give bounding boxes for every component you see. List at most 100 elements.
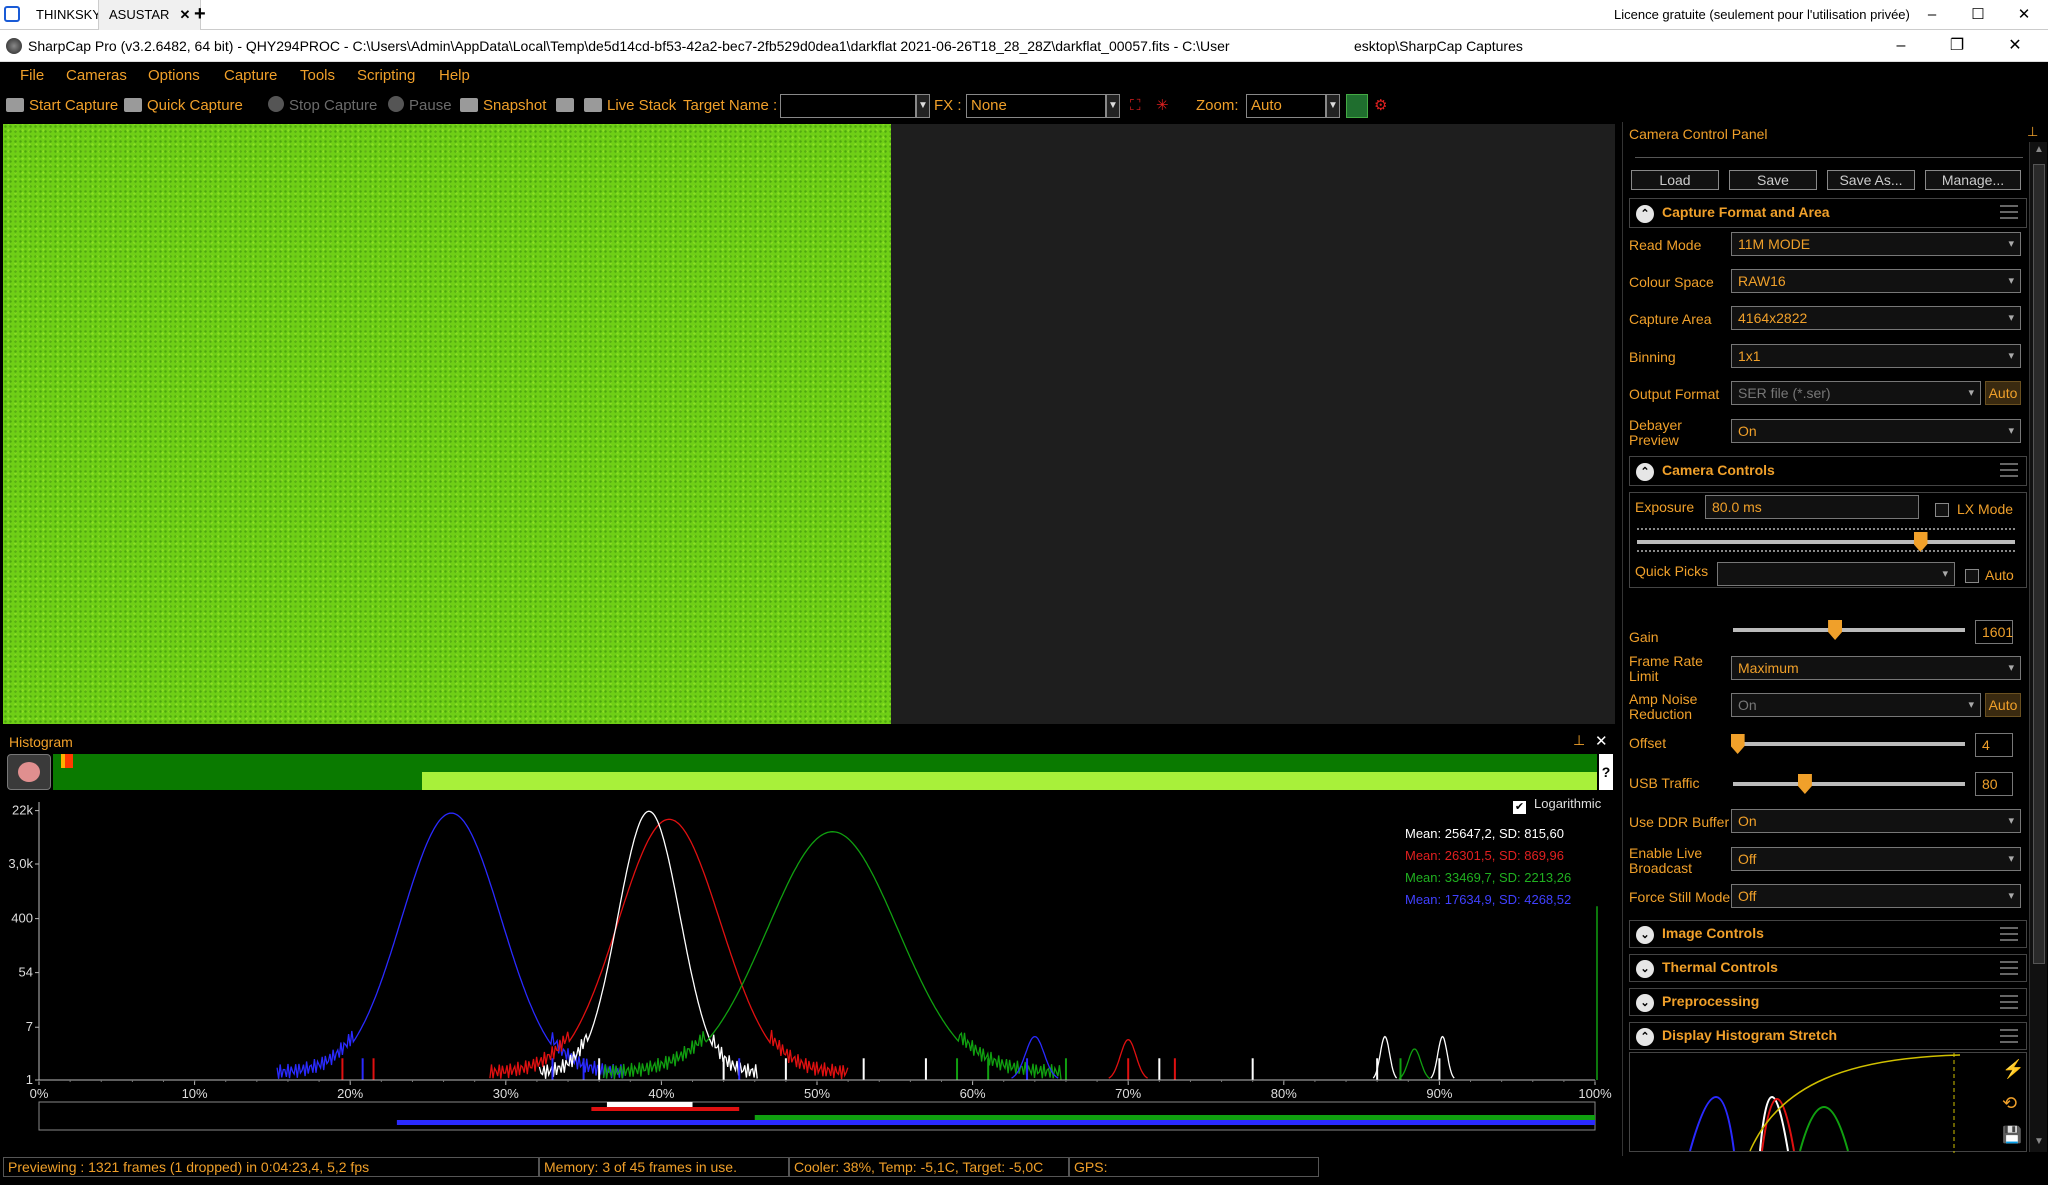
profile-select[interactable] xyxy=(1635,146,2023,158)
enable-live-broadcast-select[interactable]: Off ▾ xyxy=(1731,847,2021,871)
zoom-select[interactable]: Auto xyxy=(1246,94,1326,118)
offset-slider-thumb[interactable] xyxy=(1730,734,1745,754)
panel-pin-icon[interactable]: ⊥ xyxy=(2027,124,2038,140)
load-button[interactable]: Load xyxy=(1631,170,1719,190)
fx-dropdown-icon[interactable]: ▼ xyxy=(1106,94,1120,118)
menu-tools[interactable]: Tools xyxy=(300,62,335,90)
histogram-range-marker[interactable] xyxy=(61,754,73,768)
quick-capture-label: Quick Capture xyxy=(147,97,243,114)
binning-select[interactable]: 1x1 ▾ xyxy=(1731,344,2021,368)
section-menu-icon[interactable] xyxy=(2000,961,2018,975)
histogram-help-button[interactable]: ? xyxy=(1599,754,1613,790)
menu-help[interactable]: Help xyxy=(439,62,470,90)
fx-select[interactable]: None xyxy=(966,94,1106,118)
target-name-input[interactable] xyxy=(780,94,916,118)
snapshot-button[interactable]: Snapshot xyxy=(460,90,546,122)
reset-icon[interactable]: ⟲ xyxy=(2002,1093,2017,1114)
target-name-dropdown-icon[interactable]: ▼ xyxy=(916,94,930,118)
scroll-down-icon[interactable]: ▼ xyxy=(2033,1136,2045,1150)
remote-tab-asustar[interactable]: ASUSTAR ✕ xyxy=(98,0,202,30)
chevron-down-icon[interactable]: ⌄ xyxy=(1636,926,1654,944)
usb-traffic-slider[interactable] xyxy=(1733,782,1965,786)
reticle-icon[interactable]: ⛶ xyxy=(1130,90,1141,122)
gain-slider[interactable] xyxy=(1733,628,1965,632)
section-menu-icon[interactable] xyxy=(2000,463,2018,477)
add-tab-icon[interactable]: + xyxy=(194,0,206,30)
output-format-select[interactable]: SER file (*.ser) ▾ xyxy=(1731,381,1981,405)
amp-noise-auto-button[interactable]: Auto xyxy=(1985,693,2021,717)
chevron-down-icon[interactable]: ⌄ xyxy=(1636,994,1654,1012)
menu-options[interactable]: Options xyxy=(148,62,200,90)
section-menu-icon[interactable] xyxy=(2000,995,2018,1009)
histogram-close-icon[interactable]: ✕ xyxy=(1595,732,1608,750)
chevron-up-icon[interactable]: ⌃ xyxy=(1636,205,1654,223)
menu-capture[interactable]: Capture xyxy=(224,62,277,90)
scrollbar-thumb[interactable] xyxy=(2033,164,2045,964)
section-preprocessing[interactable]: ⌄ Preprocessing xyxy=(1629,988,2027,1016)
remote-close-button[interactable]: ✕ xyxy=(2002,0,2046,30)
screen-capture-button[interactable] xyxy=(556,90,579,122)
usb-traffic-slider-thumb[interactable] xyxy=(1797,774,1812,794)
restore-button[interactable]: ❐ xyxy=(1932,30,1982,62)
start-capture-button[interactable]: Start Capture xyxy=(6,90,118,122)
use-ddr-buffer-select[interactable]: On ▾ xyxy=(1731,809,2021,833)
manage-button[interactable]: Manage... xyxy=(1925,170,2021,190)
scroll-up-icon[interactable]: ▲ xyxy=(2033,144,2045,158)
save-button[interactable]: Save xyxy=(1729,170,1817,190)
offset-value-input[interactable]: 4 xyxy=(1975,733,2013,757)
colour-space-select[interactable]: RAW16 ▾ xyxy=(1731,269,2021,293)
histogram-toggle-icon[interactable] xyxy=(1346,94,1368,118)
amp-noise-reduction-select[interactable]: On ▾ xyxy=(1731,693,1981,717)
display-stretch-area[interactable]: ⚡ ⟲ 💾 xyxy=(1629,1052,2027,1153)
section-display-histogram-stretch[interactable]: ⌃ Display Histogram Stretch xyxy=(1629,1022,2027,1050)
remote-minimize-button[interactable]: – xyxy=(1910,0,1954,30)
menu-cameras[interactable]: Cameras xyxy=(66,62,127,90)
save-as-button[interactable]: Save As... xyxy=(1827,170,1915,190)
frame-rate-limit-select[interactable]: Maximum ▾ xyxy=(1731,656,2021,680)
section-menu-icon[interactable] xyxy=(2000,927,2018,941)
section-camera-controls[interactable]: ⌃ Camera Controls xyxy=(1629,456,2027,486)
histogram-range-bar[interactable] xyxy=(53,754,1597,790)
pause-button[interactable]: Pause xyxy=(388,90,452,122)
quick-picks-auto-checkbox[interactable] xyxy=(1965,569,1979,583)
capture-area-select[interactable]: 4164x2822 ▾ xyxy=(1731,306,2021,330)
pin-icon[interactable]: ⊥ xyxy=(1573,732,1585,749)
panel-scrollbar[interactable]: ▲ ▼ xyxy=(2029,142,2047,1152)
lightning-icon[interactable]: ⚡ xyxy=(2002,1059,2024,1080)
crosshair-icon[interactable]: ✳ xyxy=(1156,90,1169,122)
zoom-dropdown-icon[interactable]: ▼ xyxy=(1326,94,1340,118)
settings-gear-icon[interactable]: ⚙ xyxy=(1374,90,1387,122)
chevron-down-icon[interactable]: ⌄ xyxy=(1636,960,1654,978)
minimize-button[interactable]: – xyxy=(1876,30,1926,62)
section-image-controls[interactable]: ⌄ Image Controls xyxy=(1629,920,2027,948)
section-menu-icon[interactable] xyxy=(2000,1029,2018,1043)
debayer-preview-select[interactable]: On ▾ xyxy=(1731,419,2021,443)
brain-icon[interactable] xyxy=(7,754,51,790)
offset-slider[interactable] xyxy=(1733,742,1965,746)
section-thermal-controls[interactable]: ⌄ Thermal Controls xyxy=(1629,954,2027,982)
section-menu-icon[interactable] xyxy=(2000,205,2018,219)
save-icon[interactable]: 💾 xyxy=(2002,1125,2022,1145)
read-mode-select[interactable]: 11M MODE ▾ xyxy=(1731,232,2021,256)
chevron-up-icon[interactable]: ⌃ xyxy=(1636,1028,1654,1046)
stop-capture-button[interactable]: Stop Capture xyxy=(268,90,377,122)
remote-maximize-button[interactable]: ☐ xyxy=(1956,0,2000,30)
quick-capture-button[interactable]: Quick Capture xyxy=(124,90,243,122)
gain-slider-thumb[interactable] xyxy=(1828,620,1843,640)
section-capture-format[interactable]: ⌃ Capture Format and Area xyxy=(1629,198,2027,228)
usb-traffic-value-input[interactable]: 80 xyxy=(1975,772,2013,796)
exposure-input[interactable]: 80.0 ms xyxy=(1705,495,1919,519)
chevron-up-icon[interactable]: ⌃ xyxy=(1636,463,1654,481)
close-tab-icon[interactable]: ✕ xyxy=(179,7,190,22)
image-preview-area[interactable] xyxy=(3,124,1615,724)
exposure-slider[interactable] xyxy=(1637,540,2015,544)
menu-file[interactable]: File xyxy=(20,62,44,90)
menu-scripting[interactable]: Scripting xyxy=(357,62,415,90)
live-stack-button[interactable]: Live Stack xyxy=(584,90,676,122)
quick-picks-select[interactable]: ▾ xyxy=(1717,562,1955,586)
close-window-button[interactable]: ✕ xyxy=(1990,30,2040,62)
force-still-mode-select[interactable]: Off ▾ xyxy=(1731,884,2021,908)
lx-mode-checkbox[interactable] xyxy=(1935,503,1949,517)
gain-value-input[interactable]: 1601 xyxy=(1975,620,2013,644)
output-format-auto-button[interactable]: Auto xyxy=(1985,381,2021,405)
